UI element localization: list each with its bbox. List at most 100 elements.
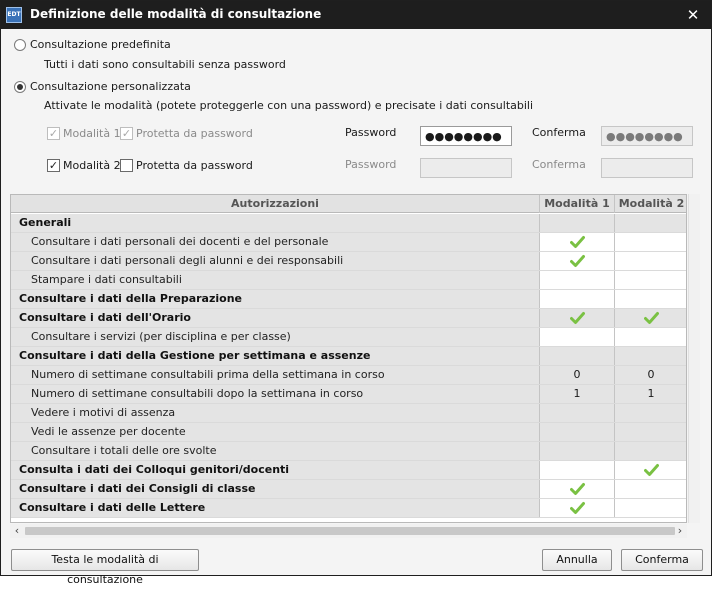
table-section-row[interactable]: Consultare i dati della Preparazione <box>11 290 686 309</box>
check-icon <box>569 501 585 515</box>
table-row[interactable]: Consultare i dati personali degli alunni… <box>11 252 686 271</box>
modalita1-checkbox[interactable]: ✓ <box>47 127 60 140</box>
row-label: Consultare i dati personali degli alunni… <box>11 252 540 270</box>
row-label: Consultare i servizi (per disciplina e p… <box>11 328 540 346</box>
row-label: Consultare i dati dell'Orario <box>11 309 540 327</box>
predefinita-label[interactable]: Consultazione predefinita <box>30 38 171 51</box>
check-icon <box>569 482 585 496</box>
cell-modalita2[interactable] <box>615 309 686 327</box>
row-label: Consultare i totali delle ore svolte <box>11 442 540 460</box>
cell-modalita2[interactable] <box>615 404 686 422</box>
vertical-scrollbar[interactable] <box>688 194 700 523</box>
header-autorizzazioni[interactable]: Autorizzazioni <box>11 195 540 213</box>
close-icon[interactable]: ✕ <box>683 5 703 25</box>
scroll-thumb[interactable] <box>25 527 675 535</box>
cell-modalita1[interactable]: 0 <box>540 366 615 384</box>
radio-predefinita[interactable] <box>14 39 26 51</box>
cell-modalita2[interactable] <box>615 233 686 251</box>
cell-modalita2[interactable] <box>615 252 686 270</box>
cell-modalita2[interactable] <box>615 290 686 308</box>
modalita2-password-label: Password <box>345 158 397 171</box>
cancel-button[interactable]: Annulla <box>542 549 612 571</box>
cell-modalita2[interactable] <box>615 499 686 517</box>
row-label: Consultare i dati personali dei docenti … <box>11 233 540 251</box>
row-label: Consultare i dati dei Consigli di classe <box>11 480 540 498</box>
cell-modalita1[interactable] <box>540 461 615 479</box>
row-label: Consultare i dati della Preparazione <box>11 290 540 308</box>
modalita1-protect-label: Protetta da password <box>136 127 253 140</box>
cell-modalita1[interactable] <box>540 442 615 460</box>
modalita1-protect-checkbox[interactable]: ✓ <box>120 127 133 140</box>
cell-modalita1[interactable] <box>540 233 615 251</box>
table-row[interactable]: Consultare i servizi (per disciplina e p… <box>11 328 686 347</box>
cell-modalita2[interactable] <box>615 480 686 498</box>
modalita1-confirm-value: ●●●●●●●● <box>606 130 683 143</box>
personalizzata-description: Attivate le modalità (potete proteggerle… <box>44 99 534 112</box>
cell-modalita2[interactable] <box>615 214 686 232</box>
cell-modalita1[interactable] <box>540 271 615 289</box>
modalita2-checkbox[interactable]: ✓ <box>47 159 60 172</box>
dialog-window: EDT Definizione delle modalità di consul… <box>0 0 712 586</box>
cell-modalita1[interactable] <box>540 309 615 327</box>
modalita1-confirm-label: Conferma <box>532 126 586 139</box>
radio-personalizzata[interactable] <box>14 81 26 93</box>
table-row[interactable]: Vedi le assenze per docente <box>11 423 686 442</box>
table-section-row[interactable]: Consultare i dati dei Consigli di classe <box>11 480 686 499</box>
cell-modalita2[interactable] <box>615 423 686 441</box>
cell-modalita1[interactable] <box>540 290 615 308</box>
table-section-row[interactable]: Consultare i dati della Gestione per set… <box>11 347 686 366</box>
cell-modalita1[interactable] <box>540 480 615 498</box>
scroll-right-icon[interactable]: › <box>673 524 687 538</box>
cell-modalita1[interactable] <box>540 252 615 270</box>
modalita1-confirm-field[interactable]: ●●●●●●●● <box>601 126 693 146</box>
table-row[interactable]: Numero di settimane consultabili dopo la… <box>11 385 686 404</box>
cell-modalita1[interactable] <box>540 404 615 422</box>
header-modalita1[interactable]: Modalità 1 <box>540 195 615 213</box>
row-label: Numero di settimane consultabili prima d… <box>11 366 540 384</box>
row-label: Consultare i dati della Gestione per set… <box>11 347 540 365</box>
table-section-row[interactable]: Consultare i dati dell'Orario <box>11 309 686 328</box>
predefinita-description: Tutti i dati sono consultabili senza pas… <box>44 58 286 71</box>
check-icon <box>643 463 659 477</box>
row-label: Stampare i dati consultabili <box>11 271 540 289</box>
check-icon <box>569 235 585 249</box>
scroll-left-icon[interactable]: ‹ <box>10 524 24 538</box>
horizontal-scrollbar[interactable]: ‹ › <box>10 524 687 538</box>
modalita1-password-field[interactable]: ●●●●●●●● <box>420 126 512 146</box>
header-modalita2[interactable]: Modalità 2 <box>615 195 686 213</box>
table-section-row[interactable]: Generali <box>11 214 686 233</box>
check-icon <box>569 254 585 268</box>
cell-modalita2[interactable] <box>615 271 686 289</box>
cell-modalita2[interactable]: 1 <box>615 385 686 403</box>
cell-modalita1[interactable] <box>540 499 615 517</box>
modalita2-confirm-label: Conferma <box>532 158 586 171</box>
modalita1-password-label: Password <box>345 126 397 139</box>
cell-modalita2[interactable] <box>615 461 686 479</box>
table-row[interactable]: Vedere i motivi di assenza <box>11 404 686 423</box>
cell-modalita2[interactable] <box>615 442 686 460</box>
table-section-row[interactable]: Consulta i dati dei Colloqui genitori/do… <box>11 461 686 480</box>
table-row[interactable]: Consultare i dati personali dei docenti … <box>11 233 686 252</box>
modalita2-protect-checkbox[interactable] <box>120 159 133 172</box>
modalita2-password-field[interactable] <box>420 158 512 178</box>
table-row[interactable]: Stampare i dati consultabili <box>11 271 686 290</box>
cell-modalita2[interactable] <box>615 347 686 365</box>
confirm-button[interactable]: Conferma <box>621 549 703 571</box>
table-row[interactable]: Numero di settimane consultabili prima d… <box>11 366 686 385</box>
cell-value: 0 <box>573 368 581 381</box>
cell-modalita1[interactable] <box>540 328 615 346</box>
cell-modalita2[interactable]: 0 <box>615 366 686 384</box>
window-title: Definizione delle modalità di consultazi… <box>30 7 322 21</box>
table-section-row[interactable]: Consultare i dati delle Lettere <box>11 499 686 518</box>
cell-modalita2[interactable] <box>615 328 686 346</box>
test-modes-button[interactable]: Testa le modalità di consultazione <box>11 549 199 586</box>
row-label: Consulta i dati dei Colloqui genitori/do… <box>11 461 540 479</box>
table-row[interactable]: Consultare i totali delle ore svolte <box>11 442 686 461</box>
table-header: Autorizzazioni Modalità 1 Modalità 2 <box>11 195 686 213</box>
personalizzata-label[interactable]: Consultazione personalizzata <box>30 80 191 93</box>
cell-modalita1[interactable] <box>540 347 615 365</box>
cell-modalita1[interactable] <box>540 423 615 441</box>
cell-modalita1[interactable]: 1 <box>540 385 615 403</box>
cell-modalita1[interactable] <box>540 214 615 232</box>
modalita2-confirm-field[interactable] <box>601 158 693 178</box>
